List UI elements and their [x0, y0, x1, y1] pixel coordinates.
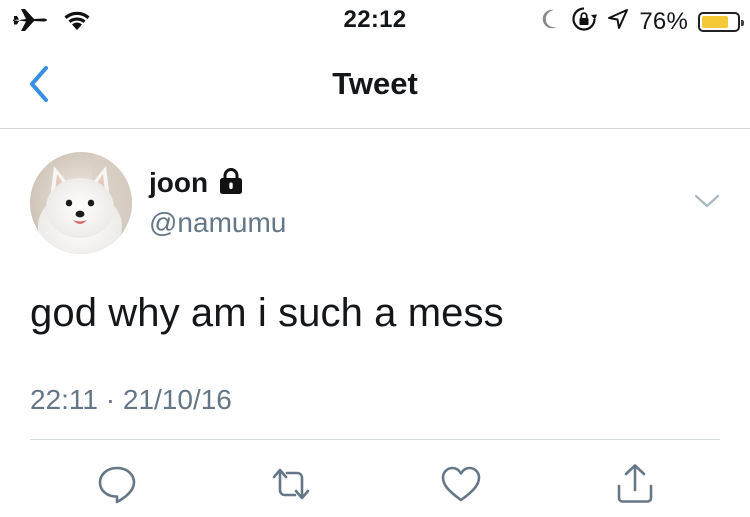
heart-icon	[441, 466, 481, 502]
reply-icon	[98, 466, 136, 504]
chevron-down-icon	[694, 194, 720, 208]
battery-cap	[741, 19, 744, 26]
share-button[interactable]	[612, 462, 658, 506]
status-right-icons: 76%	[541, 6, 744, 37]
share-icon	[617, 464, 653, 503]
dog-avatar-image	[30, 152, 132, 254]
tweet-author: joon @namumu	[149, 165, 286, 241]
avatar[interactable]	[30, 152, 132, 254]
retweet-button[interactable]	[268, 462, 314, 506]
battery-icon	[698, 11, 744, 32]
tweet-timestamp: 22:11 · 21/10/16	[30, 384, 232, 415]
divider	[30, 439, 720, 440]
location-icon	[607, 8, 629, 35]
battery-percent: 76%	[639, 7, 688, 35]
reply-button[interactable]	[94, 462, 140, 506]
like-button[interactable]	[438, 462, 484, 506]
battery-level-fill	[702, 15, 728, 28]
page-title: Tweet	[332, 66, 418, 101]
lock-icon	[218, 167, 244, 200]
rotation-lock-icon	[571, 6, 598, 37]
moon-icon	[541, 8, 561, 35]
retweet-icon	[272, 468, 310, 500]
user-handle[interactable]: @namumu	[149, 205, 286, 241]
display-name-row: joon	[149, 165, 286, 201]
status-bar: 22:12 76%	[0, 0, 750, 40]
nav-bar: Tweet	[0, 40, 750, 129]
tweet-menu-button[interactable]	[692, 190, 722, 212]
display-name[interactable]: joon	[149, 165, 208, 201]
tweet-text: god why am i such a mess	[30, 291, 504, 335]
